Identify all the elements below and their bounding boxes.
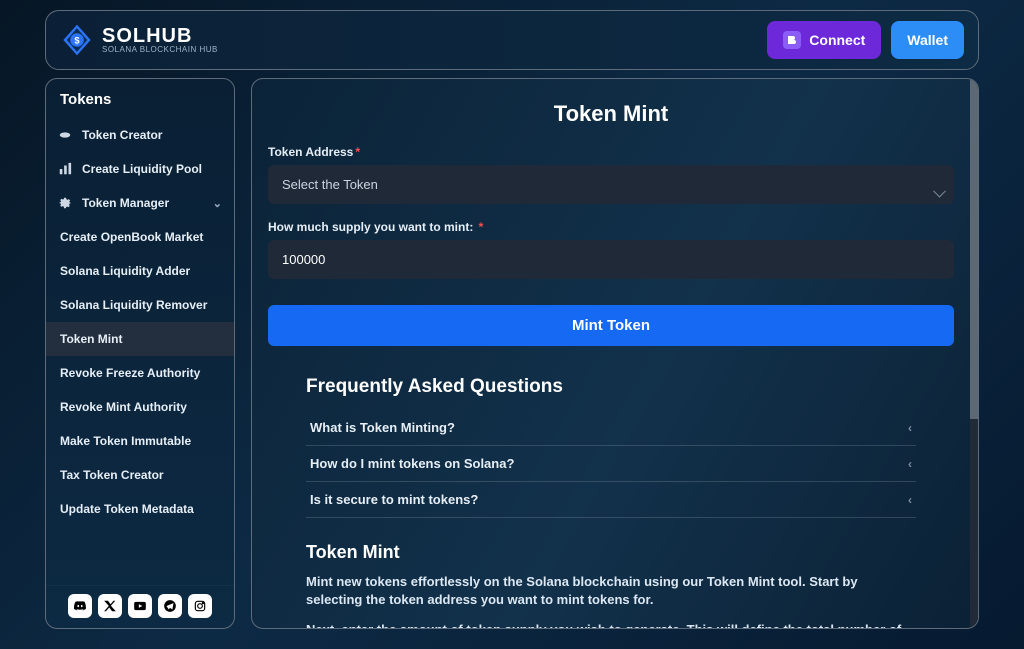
faq-section: Frequently Asked Questions What is Token… [252, 376, 970, 518]
info-paragraph: Next, enter the amount of token supply y… [306, 621, 916, 628]
sidebar-item-make-token-immutable[interactable]: Make Token Immutable [46, 424, 234, 458]
sidebar-item-label: Token Creator [82, 128, 162, 142]
sidebar-item-solana-liquidity-adder[interactable]: Solana Liquidity Adder [46, 254, 234, 288]
brand-title: SOLHUB [102, 26, 218, 46]
supply-label: How much supply you want to mint: * [268, 220, 954, 234]
sidebar-item-create-openbook-market[interactable]: Create OpenBook Market [46, 220, 234, 254]
sidebar-section-title: Tokens [46, 79, 234, 118]
sidebar-item-label: Token Manager [82, 196, 169, 210]
svg-text:$: $ [74, 35, 80, 45]
x-twitter-icon[interactable] [98, 594, 122, 618]
sidebar-item-token-manager[interactable]: Token Manager ⌄ [46, 186, 234, 220]
scrollbar[interactable] [970, 79, 978, 628]
faq-heading: Frequently Asked Questions [306, 376, 916, 398]
sidebar-item-label: Tax Token Creator [60, 468, 164, 482]
discord-icon[interactable] [68, 594, 92, 618]
faq-item[interactable]: Is it secure to mint tokens? ‹ [306, 482, 916, 518]
token-address-select[interactable]: Select the Token [268, 165, 954, 204]
telegram-icon[interactable] [158, 594, 182, 618]
connect-label: Connect [809, 32, 865, 48]
info-paragraph: Mint new tokens effortlessly on the Sola… [306, 573, 916, 609]
gear-icon [58, 196, 72, 210]
sidebar-item-revoke-mint-authority[interactable]: Revoke Mint Authority [46, 390, 234, 424]
connect-button[interactable]: Connect [767, 21, 881, 59]
sidebar-item-label: Create Liquidity Pool [82, 162, 202, 176]
info-heading: Token Mint [306, 542, 916, 563]
page-title: Token Mint [252, 79, 970, 145]
faq-item[interactable]: How do I mint tokens on Solana? ‹ [306, 446, 916, 482]
bars-icon [58, 162, 72, 176]
sidebar: Tokens Token Creator Create Liquidity Po… [45, 78, 235, 629]
sidebar-item-label: Token Mint [60, 332, 122, 346]
sidebar-item-tax-token-creator[interactable]: Tax Token Creator [46, 458, 234, 492]
connect-icon [783, 31, 801, 49]
token-address-label: Token Address* [268, 145, 954, 159]
social-row [46, 585, 234, 628]
sidebar-item-label: Update Token Metadata [60, 502, 194, 516]
scrollbar-thumb[interactable] [970, 79, 978, 419]
sidebar-item-label: Make Token Immutable [60, 434, 191, 448]
sidebar-item-revoke-freeze-authority[interactable]: Revoke Freeze Authority [46, 356, 234, 390]
chevron-left-icon: ‹ [908, 421, 912, 435]
faq-question: What is Token Minting? [310, 420, 455, 435]
info-section: Token Mint Mint new tokens effortlessly … [252, 518, 970, 628]
instagram-icon[interactable] [188, 594, 212, 618]
sidebar-item-label: Revoke Mint Authority [60, 400, 187, 414]
brand: $ SOLHUB SOLANA BLOCKCHAIN HUB [60, 23, 218, 57]
supply-input[interactable] [268, 240, 954, 279]
youtube-icon[interactable] [128, 594, 152, 618]
wallet-label: Wallet [907, 32, 948, 48]
sidebar-item-label: Create OpenBook Market [60, 230, 203, 244]
sidebar-item-label: Revoke Freeze Authority [60, 366, 200, 380]
sidebar-item-update-token-metadata[interactable]: Update Token Metadata [46, 492, 234, 526]
mint-token-button[interactable]: Mint Token [268, 305, 954, 346]
sidebar-item-solana-liquidity-remover[interactable]: Solana Liquidity Remover [46, 288, 234, 322]
coin-icon [58, 128, 72, 142]
wallet-button[interactable]: Wallet [891, 21, 964, 59]
top-bar: $ SOLHUB SOLANA BLOCKCHAIN HUB Connect W… [45, 10, 979, 70]
sidebar-item-token-mint[interactable]: Token Mint [46, 322, 234, 356]
brand-logo-icon: $ [60, 23, 94, 57]
chevron-down-icon: ⌄ [213, 197, 222, 210]
chevron-left-icon: ‹ [908, 457, 912, 471]
sidebar-item-create-liquidity-pool[interactable]: Create Liquidity Pool [46, 152, 234, 186]
faq-question: Is it secure to mint tokens? [310, 492, 478, 507]
sidebar-item-label: Solana Liquidity Adder [60, 264, 190, 278]
sidebar-item-token-creator[interactable]: Token Creator [46, 118, 234, 152]
brand-subtitle: SOLANA BLOCKCHAIN HUB [102, 46, 218, 54]
main-panel: Token Mint Token Address* Select the Tok… [251, 78, 979, 629]
faq-question: How do I mint tokens on Solana? [310, 456, 514, 471]
chevron-left-icon: ‹ [908, 493, 912, 507]
faq-item[interactable]: What is Token Minting? ‹ [306, 410, 916, 446]
sidebar-item-label: Solana Liquidity Remover [60, 298, 207, 312]
